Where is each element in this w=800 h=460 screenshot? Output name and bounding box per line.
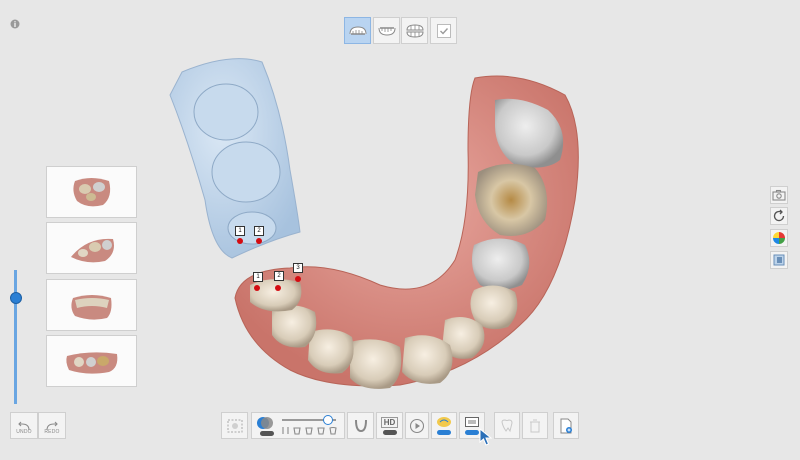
- delete-button[interactable]: [522, 412, 548, 439]
- slider-handle[interactable]: [10, 292, 22, 304]
- upper-jaw-icon: [349, 25, 366, 35]
- camera-icon: [772, 189, 786, 201]
- layers-icon: [773, 254, 785, 266]
- trash-icon: [530, 419, 540, 432]
- tooth-remove-icon: [501, 418, 513, 432]
- check-icon: [436, 23, 451, 38]
- slider-track: [14, 270, 17, 404]
- export-button[interactable]: [553, 412, 579, 439]
- marker-label: 1: [253, 272, 263, 282]
- scan-mode-toggle[interactable]: [252, 413, 278, 438]
- marker-label: 2: [254, 226, 264, 236]
- trim-icon: [227, 419, 242, 432]
- mouse-cursor: [479, 427, 493, 446]
- remove-data-button[interactable]: [494, 412, 520, 439]
- undo-label: UNDO: [16, 429, 32, 435]
- ai-scan-button[interactable]: [431, 412, 457, 439]
- lower-jaw-icon: [378, 26, 395, 36]
- complete-button[interactable]: [430, 17, 457, 44]
- ai-toggle: [437, 430, 451, 435]
- occlusion-icon: [405, 23, 424, 38]
- document-export-icon: [560, 418, 572, 433]
- color-map-button[interactable]: [770, 229, 788, 247]
- occlusion-scan-button[interactable]: [401, 17, 428, 44]
- tooth-level-icons: [282, 426, 337, 435]
- marker-label: 2: [274, 271, 284, 281]
- screenshot-button[interactable]: [770, 186, 788, 204]
- undo-button[interactable]: UNDO: [10, 412, 38, 439]
- redo-button[interactable]: REDO: [38, 412, 66, 439]
- marker-point[interactable]: [275, 285, 281, 291]
- play-icon: [409, 418, 425, 433]
- trim-button[interactable]: [221, 412, 248, 439]
- thumbnail-view-front[interactable]: [46, 166, 137, 218]
- ai-tooth-icon: [437, 417, 451, 427]
- monitor-icon: [465, 417, 479, 427]
- thumbnail-view-side[interactable]: [46, 222, 137, 274]
- arch-icon: [354, 419, 367, 432]
- play-button[interactable]: [405, 412, 429, 439]
- toggle-pill: [260, 431, 274, 436]
- marker-point[interactable]: [256, 238, 262, 244]
- hd-toggle: [382, 429, 397, 435]
- upper-jaw-scan-button[interactable]: [344, 17, 371, 44]
- marker-point[interactable]: [237, 238, 243, 244]
- color-wheel-icon: [773, 232, 785, 244]
- display-mode-button[interactable]: [770, 251, 788, 269]
- reset-view-button[interactable]: [770, 207, 788, 225]
- thumbnail-view-occlusal[interactable]: [46, 335, 137, 387]
- redo-label: REDO: [44, 429, 60, 435]
- zoom-slider[interactable]: [10, 270, 22, 404]
- lower-jaw-scan-button[interactable]: [373, 17, 400, 44]
- rotate-icon: [773, 209, 785, 222]
- arch-button[interactable]: [347, 412, 374, 439]
- marker-point[interactable]: [254, 285, 260, 291]
- marker-point[interactable]: [295, 276, 301, 282]
- sensitivity-slider[interactable]: [278, 413, 342, 438]
- scan-options-group: [251, 412, 345, 439]
- hd-mode-button[interactable]: HD: [376, 412, 403, 439]
- thumbnail-view-buccal[interactable]: [46, 279, 137, 331]
- info-icon[interactable]: [10, 16, 20, 29]
- scan-viewport[interactable]: [150, 50, 630, 395]
- record-toggle: [465, 430, 479, 435]
- hd-label: HD: [380, 416, 399, 428]
- marker-label: 1: [235, 226, 245, 236]
- slider-handle[interactable]: [323, 415, 333, 425]
- marker-label: 3: [293, 263, 303, 273]
